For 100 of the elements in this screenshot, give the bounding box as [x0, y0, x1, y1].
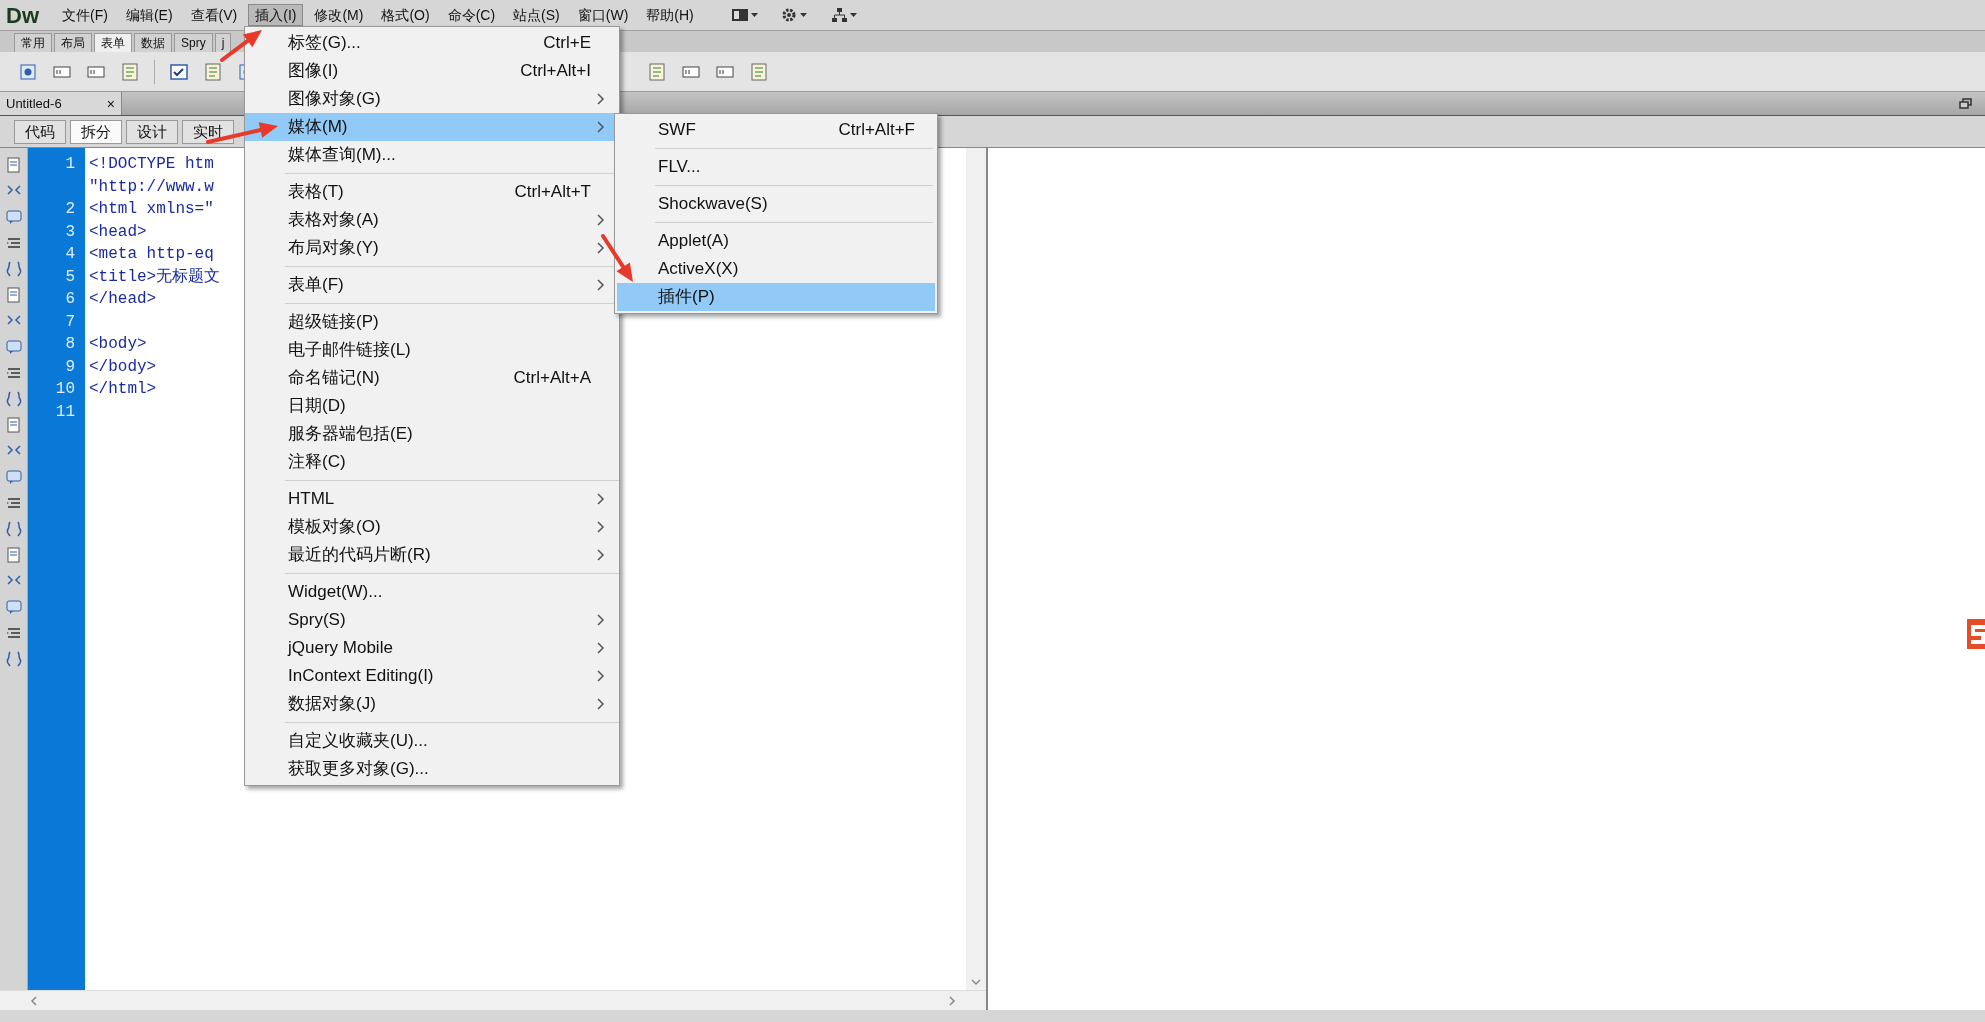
code-tool-icon[interactable]	[4, 338, 23, 356]
code-line: </head>	[89, 289, 157, 311]
menu-bar-item[interactable]: 格式(O)	[374, 4, 437, 26]
scroll-down-icon[interactable]	[971, 978, 981, 986]
restore-icon[interactable]	[1959, 97, 1973, 110]
line-number: 3	[65, 221, 75, 243]
menu-item[interactable]: 注释(C)	[245, 448, 619, 476]
view-mode-button[interactable]: 拆分	[70, 119, 122, 144]
code-tool-icon[interactable]	[4, 286, 23, 304]
site-tree-icon[interactable]	[830, 7, 859, 23]
insert-panel-tab[interactable]: 布局	[54, 33, 92, 52]
line-number: 10	[55, 379, 75, 401]
menu-bar-item[interactable]: 文件(F)	[55, 4, 115, 26]
menu-bar-item[interactable]: 插入(I)	[248, 4, 304, 26]
menu-bar-item[interactable]: 编辑(E)	[118, 4, 180, 26]
layout-icon[interactable]	[730, 7, 759, 23]
code-line: <title>无标题文	[89, 266, 221, 288]
menu-item[interactable]: 最近的代码片断(R)	[245, 541, 619, 569]
menu-bar-item[interactable]: 站点(S)	[506, 4, 567, 26]
menu-item[interactable]: 自定义收藏夹(U)...	[245, 727, 619, 755]
code-tool-icon[interactable]	[4, 390, 23, 408]
line-number: 8	[65, 334, 75, 356]
insert-panel-tab[interactable]: Spry	[174, 33, 213, 52]
menu-item[interactable]: 标签(G)... Ctrl+E	[245, 29, 619, 57]
annotation-arrow	[601, 234, 633, 282]
shortcut-text: Ctrl+Alt+A	[513, 367, 591, 390]
code-line: <head>	[89, 221, 147, 243]
line-number: 4	[65, 244, 75, 266]
shortcut-text: Ctrl+Alt+T	[514, 181, 591, 204]
menu-item[interactable]: 日期(D)	[245, 392, 619, 420]
code-tool-icon[interactable]	[4, 208, 23, 226]
menu-item[interactable]: 服务器端包括(E)	[245, 420, 619, 448]
code-tool-icon[interactable]	[4, 416, 23, 434]
menu-item[interactable]: 图像(I) Ctrl+Alt+I	[245, 57, 619, 85]
horizontal-scrollbar[interactable]	[0, 990, 986, 1010]
code-tool-icon[interactable]	[4, 546, 23, 564]
menu-bar-item[interactable]: 查看(V)	[183, 4, 245, 26]
menu-bar-item[interactable]: 帮助(H)	[639, 4, 701, 26]
close-button[interactable]: ×	[106, 96, 115, 111]
view-mode-button[interactable]: 实时	[182, 119, 234, 144]
shortcut-text: Ctrl+Alt+I	[520, 60, 591, 83]
code-tool-icon[interactable]	[4, 156, 23, 174]
menu-item[interactable]: Shockwave(S)	[617, 190, 935, 218]
menu-item[interactable]: ActiveX(X)	[617, 255, 935, 283]
code-tool-icon[interactable]	[4, 650, 23, 668]
menu-bar-item[interactable]: 窗口(W)	[570, 4, 636, 26]
code-tool-icon[interactable]	[4, 520, 23, 538]
code-line: </html>	[89, 379, 157, 401]
menu-item[interactable]: 超级链接(P)	[245, 308, 619, 336]
line-number: 9	[65, 356, 75, 378]
code-line: <html xmlns="	[89, 199, 214, 221]
document-tab-title: Untitled-6	[6, 94, 62, 113]
document-tab[interactable]: Untitled-6 ×	[0, 92, 122, 115]
menu-item[interactable]: Spry(S)	[245, 606, 619, 634]
menu-item[interactable]: InContext Editing(I)	[245, 662, 619, 690]
menu-item[interactable]: 图像对象(G)	[245, 85, 619, 113]
menu-bar-item[interactable]: 命令(C)	[440, 4, 503, 26]
code-line: "http://www.w	[89, 176, 214, 198]
form-field-icon[interactable]	[203, 61, 223, 82]
form-field-icon[interactable]	[169, 61, 189, 82]
menu-item[interactable]: 命名锚记(N) Ctrl+Alt+A	[245, 364, 619, 392]
form-field-icon[interactable]	[120, 61, 140, 82]
line-number: 7	[65, 311, 75, 333]
line-number: 11	[55, 401, 75, 423]
shortcut-text: Ctrl+E	[543, 32, 591, 55]
code-line: <!DOCTYPE htm	[89, 154, 214, 176]
settings-icon[interactable]	[780, 7, 809, 23]
view-mode-button[interactable]: 代码	[14, 119, 66, 144]
line-number: 5	[65, 266, 75, 288]
insert-panel-tab[interactable]: 表单	[94, 33, 132, 52]
insert-panel-tab[interactable]: 数据	[134, 33, 172, 52]
menu-item[interactable]: 模板对象(O)	[245, 513, 619, 541]
code-line: </body>	[89, 356, 157, 378]
menu-item[interactable]: 插件(P)	[617, 283, 935, 311]
app-logo: Dw	[5, 1, 40, 30]
code-line: <meta http-eq	[89, 244, 214, 266]
menu-item[interactable]: 电子邮件链接(L)	[245, 336, 619, 364]
menu-item[interactable]: jQuery Mobile	[245, 634, 619, 662]
menu-item[interactable]: Widget(W)...	[245, 578, 619, 606]
vertical-scrollbar[interactable]	[966, 148, 986, 990]
form-field-icon[interactable]	[18, 61, 38, 82]
code-tool-icon[interactable]	[4, 260, 23, 278]
menu-item[interactable]: Applet(A)	[617, 227, 935, 255]
scroll-left-icon[interactable]	[30, 995, 38, 1006]
code-tool-icon[interactable]	[4, 598, 23, 616]
menu-item[interactable]: 数据对象(J)	[245, 690, 619, 718]
menu-item[interactable]: 获取更多对象(G)...	[245, 755, 619, 783]
menu-item[interactable]: SWF Ctrl+Alt+F	[617, 116, 935, 144]
code-tool-icon[interactable]	[4, 468, 23, 486]
menu-item[interactable]: HTML	[245, 485, 619, 513]
menu-item[interactable]: FLV...	[617, 153, 935, 181]
insert-panel-tab[interactable]: 常用	[14, 33, 52, 52]
annotation-arrow	[206, 122, 278, 144]
menu-bar-item[interactable]: 修改(M)	[307, 4, 371, 26]
annotation-arrow	[220, 30, 262, 62]
scroll-right-icon[interactable]	[948, 995, 956, 1006]
view-mode-button[interactable]: 设计	[126, 119, 178, 144]
form-field-icon[interactable]	[749, 61, 769, 82]
form-field-icon[interactable]	[647, 61, 667, 82]
insert-panel-tab[interactable]: j	[214, 33, 232, 52]
